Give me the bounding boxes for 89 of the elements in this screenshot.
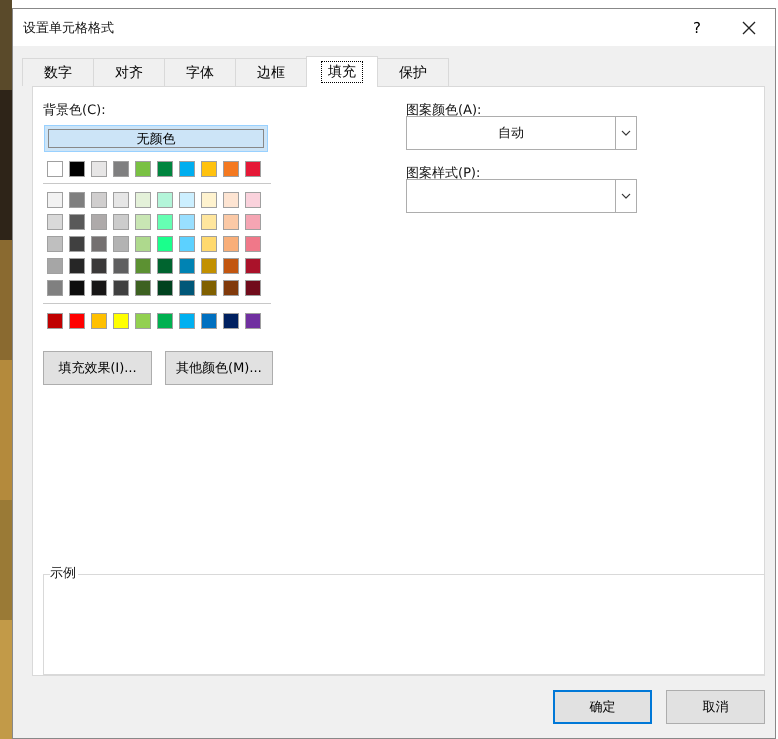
color-swatch[interactable] [113, 236, 129, 252]
color-swatch[interactable] [69, 161, 85, 177]
color-swatch[interactable] [113, 214, 129, 230]
color-swatch[interactable] [91, 280, 107, 296]
color-swatch[interactable] [113, 192, 129, 208]
color-swatch[interactable] [91, 236, 107, 252]
color-swatch[interactable] [135, 192, 151, 208]
pattern-color-label: 图案颜色(A): [406, 102, 482, 119]
color-swatch[interactable] [179, 214, 195, 230]
background-color-label: 背景色(C): [43, 102, 107, 119]
color-swatch[interactable] [201, 214, 217, 230]
color-swatch[interactable] [245, 280, 261, 296]
dialog-button[interactable]: 填充效果(I)... [43, 351, 152, 385]
color-swatch[interactable] [245, 258, 261, 274]
color-swatch[interactable] [91, 258, 107, 274]
color-swatch[interactable] [47, 280, 63, 296]
color-swatch[interactable] [245, 192, 261, 208]
color-swatch[interactable] [135, 280, 151, 296]
color-swatch[interactable] [245, 236, 261, 252]
color-swatch[interactable] [135, 236, 151, 252]
color-swatch[interactable] [201, 161, 217, 177]
color-swatch[interactable] [69, 313, 85, 329]
color-swatch[interactable] [91, 214, 107, 230]
window-title: 设置单元格格式 [23, 20, 115, 36]
color-swatch[interactable] [135, 258, 151, 274]
color-swatch[interactable] [179, 258, 195, 274]
tab[interactable]: 数字 [22, 58, 94, 86]
pattern-color-dropdown[interactable]: 自动 [406, 116, 637, 150]
color-swatch[interactable] [201, 313, 217, 329]
chevron-down-icon [621, 193, 631, 199]
tab[interactable]: 填充 [306, 56, 378, 87]
color-swatch[interactable] [157, 192, 173, 208]
chevron-down-icon [621, 130, 631, 136]
color-swatch[interactable] [47, 192, 63, 208]
color-swatch[interactable] [47, 214, 63, 230]
cancel-button[interactable]: 取消 [666, 690, 765, 724]
no-color-button[interactable]: 无颜色 [44, 125, 268, 152]
color-swatch[interactable] [201, 236, 217, 252]
color-swatch[interactable] [245, 313, 261, 329]
color-swatch[interactable] [245, 214, 261, 230]
color-swatch[interactable] [157, 280, 173, 296]
color-swatch[interactable] [113, 258, 129, 274]
color-swatch[interactable] [245, 161, 261, 177]
color-swatch[interactable] [47, 313, 63, 329]
color-swatch[interactable] [91, 192, 107, 208]
color-swatch[interactable] [157, 161, 173, 177]
color-swatch[interactable] [179, 236, 195, 252]
color-swatch[interactable] [135, 313, 151, 329]
color-swatch[interactable] [179, 161, 195, 177]
pattern-style-dropdown[interactable] [406, 179, 637, 213]
tab[interactable]: 保护 [377, 58, 449, 86]
color-swatch[interactable] [157, 236, 173, 252]
close-icon [742, 20, 756, 34]
color-swatch[interactable] [201, 280, 217, 296]
color-swatch[interactable] [47, 258, 63, 274]
color-swatch[interactable] [201, 192, 217, 208]
color-swatch[interactable] [223, 214, 239, 230]
color-swatch[interactable] [223, 258, 239, 274]
color-swatch[interactable] [91, 313, 107, 329]
color-swatch[interactable] [223, 280, 239, 296]
color-swatch[interactable] [69, 236, 85, 252]
sample-label: 示例 [50, 566, 78, 582]
color-swatch[interactable] [113, 313, 129, 329]
color-swatch[interactable] [179, 192, 195, 208]
color-swatch[interactable] [135, 161, 151, 177]
color-swatch[interactable] [179, 313, 195, 329]
color-swatch[interactable] [47, 236, 63, 252]
color-swatch[interactable] [201, 258, 217, 274]
color-swatch[interactable] [113, 280, 129, 296]
color-swatch[interactable] [69, 258, 85, 274]
pattern-style-label: 图案样式(P): [406, 165, 482, 182]
color-swatch[interactable] [223, 313, 239, 329]
color-swatch[interactable] [157, 214, 173, 230]
color-swatch[interactable] [223, 161, 239, 177]
color-swatch[interactable] [223, 192, 239, 208]
color-swatch[interactable] [47, 161, 63, 177]
color-swatch[interactable] [157, 258, 173, 274]
color-swatch[interactable] [69, 280, 85, 296]
color-swatch[interactable] [69, 214, 85, 230]
ok-button[interactable]: 确定 [553, 690, 652, 724]
color-swatch[interactable] [157, 313, 173, 329]
dialog-button[interactable]: 其他颜色(M)... [165, 351, 273, 385]
color-swatch[interactable] [179, 280, 195, 296]
color-swatch[interactable] [69, 192, 85, 208]
color-swatch[interactable] [223, 236, 239, 252]
color-swatch[interactable] [91, 161, 107, 177]
help-button[interactable]: ? [671, 9, 723, 46]
color-swatch[interactable] [135, 214, 151, 230]
color-swatch[interactable] [113, 161, 129, 177]
